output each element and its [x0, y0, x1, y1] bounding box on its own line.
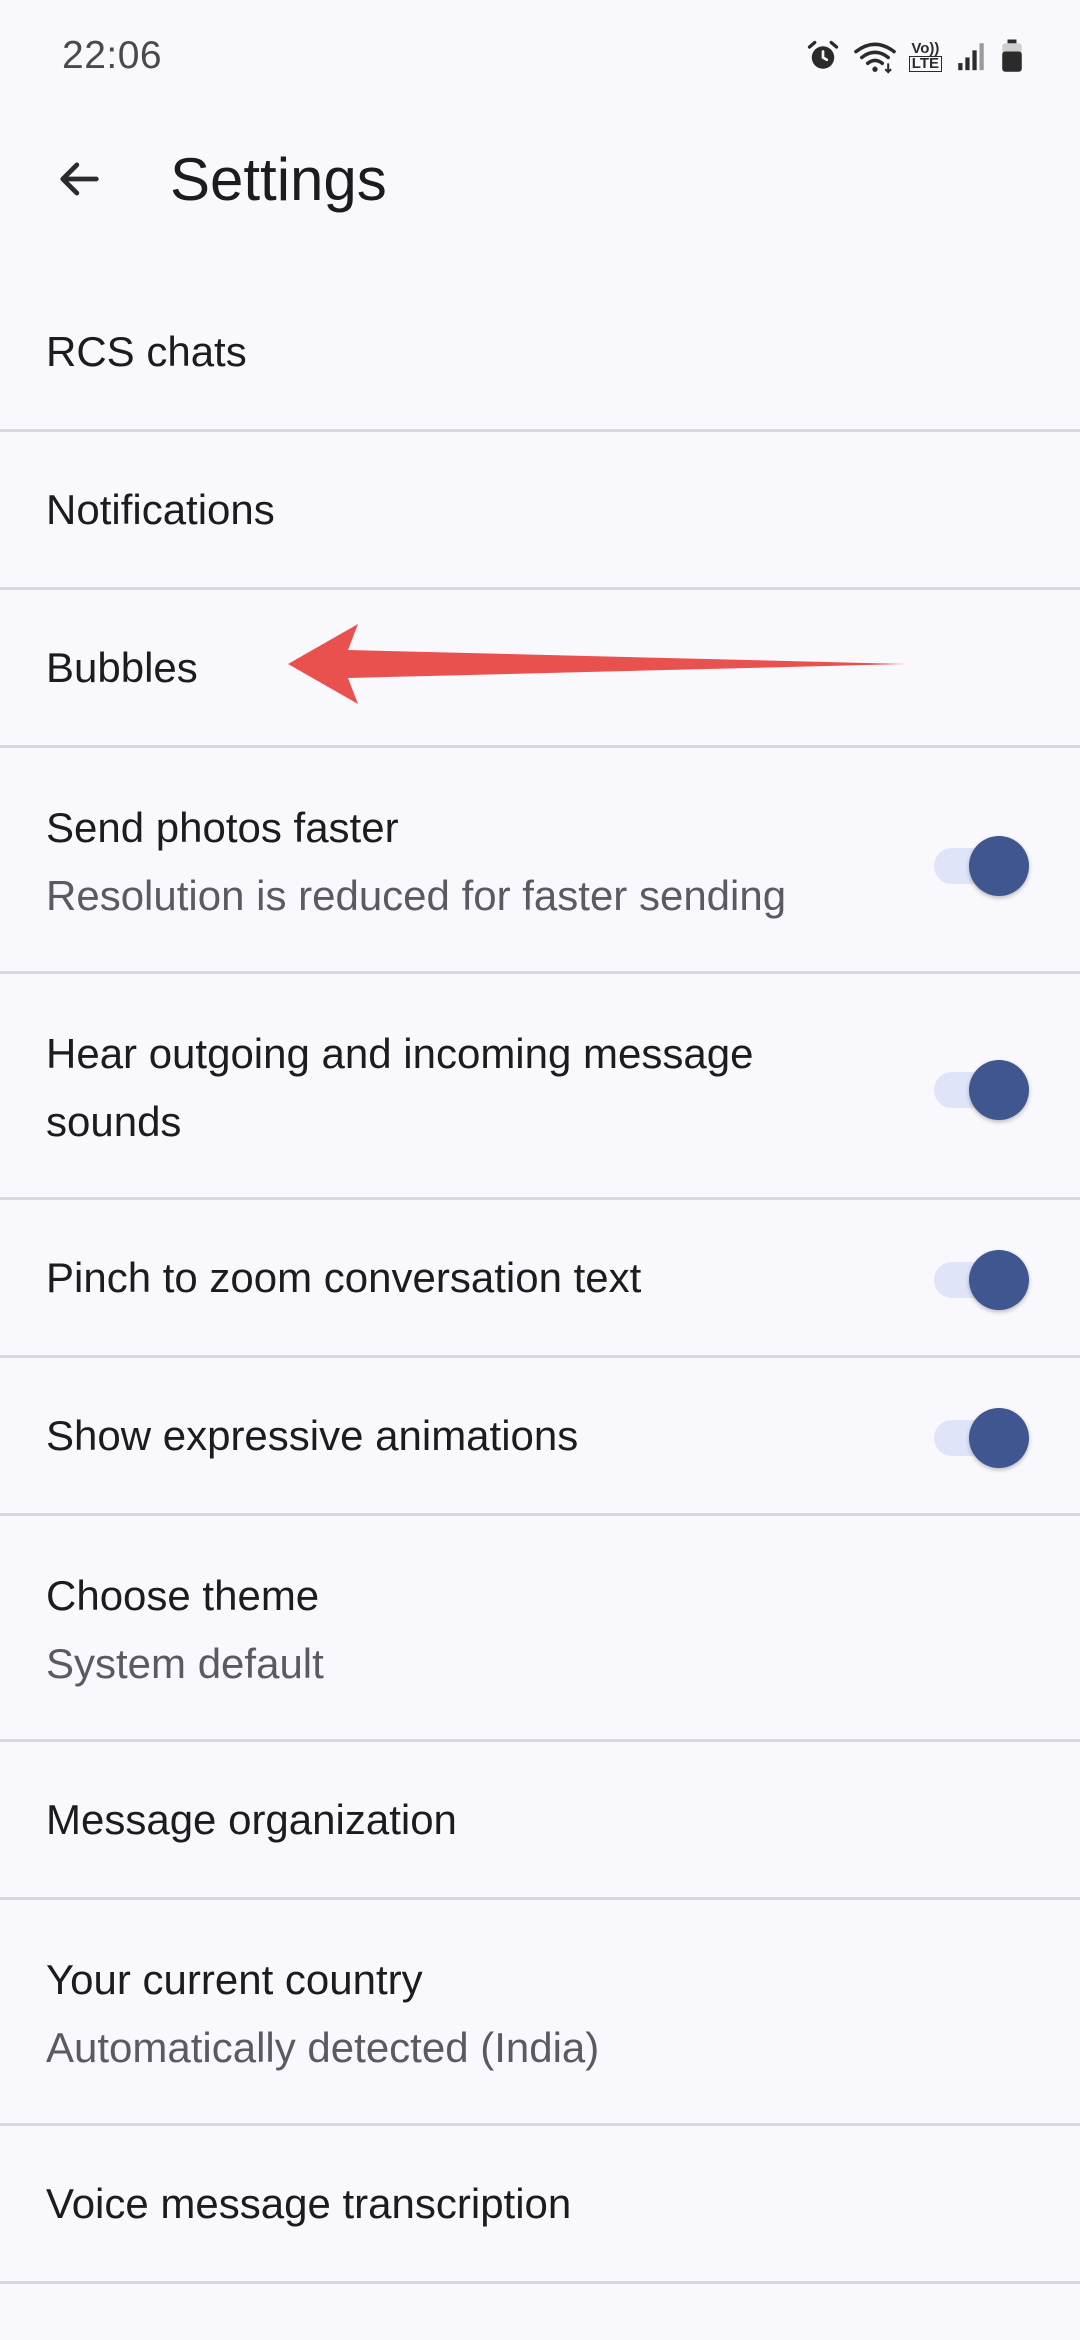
- settings-list: RCS chats Notifications Bubbles Send pho…: [0, 272, 1080, 2284]
- annotation-arrow: [286, 622, 906, 706]
- setting-choose-theme[interactable]: Choose theme System default: [0, 1516, 1080, 1742]
- setting-title-line1: Hear outgoing and incoming message: [46, 1030, 754, 1077]
- toggle-thumb: [969, 1060, 1029, 1120]
- volte-icon: Vo)) LTE: [908, 39, 942, 72]
- volte-label-top: Vo)): [911, 39, 940, 57]
- setting-title: Notifications: [46, 486, 275, 533]
- message-sounds-toggle[interactable]: [934, 1058, 1029, 1120]
- setting-message-organization[interactable]: Message organization: [0, 1742, 1080, 1900]
- wifi-icon: [853, 38, 897, 74]
- cell-signal-icon: [954, 39, 988, 73]
- setting-title-line2: sounds: [46, 1098, 182, 1145]
- setting-subtitle: Automatically detected (India): [46, 2024, 600, 2071]
- setting-send-photos-faster[interactable]: Send photos faster Resolution is reduced…: [0, 748, 1080, 974]
- setting-title: RCS chats: [46, 328, 247, 375]
- battery-icon: [1000, 38, 1024, 74]
- setting-rcs-chats[interactable]: RCS chats: [0, 272, 1080, 432]
- top-app-bar: Settings: [0, 120, 1080, 242]
- toggle-thumb: [969, 1250, 1029, 1310]
- setting-title: Voice message transcription: [46, 2180, 572, 2227]
- setting-current-country[interactable]: Your current country Automatically detec…: [0, 1900, 1080, 2126]
- toggle-thumb: [969, 836, 1029, 896]
- setting-subtitle: System default: [46, 1640, 324, 1687]
- toggle-thumb: [969, 1408, 1029, 1468]
- expressive-animations-toggle[interactable]: [934, 1406, 1029, 1468]
- setting-title: Send photos faster: [46, 804, 399, 851]
- arrow-left-icon: [53, 153, 105, 210]
- setting-subtitle: Resolution is reduced for faster sending: [46, 872, 787, 919]
- send-photos-faster-toggle[interactable]: [934, 834, 1029, 896]
- setting-title: Your current country: [46, 1956, 423, 2003]
- setting-pinch-to-zoom[interactable]: Pinch to zoom conversation text: [0, 1200, 1080, 1358]
- setting-title: Choose theme: [46, 1572, 320, 1619]
- pinch-to-zoom-toggle[interactable]: [934, 1248, 1029, 1310]
- back-button[interactable]: [40, 142, 118, 220]
- alarm-icon: [805, 38, 841, 74]
- status-icons: Vo)) LTE: [805, 38, 1024, 74]
- status-time: 22:06: [62, 34, 163, 77]
- setting-voice-transcription[interactable]: Voice message transcription: [0, 2126, 1080, 2284]
- setting-expressive-animations[interactable]: Show expressive animations: [0, 1358, 1080, 1516]
- setting-title: Message organization: [46, 1796, 457, 1843]
- page-title: Settings: [170, 146, 387, 213]
- setting-title: Pinch to zoom conversation text: [46, 1254, 642, 1301]
- setting-message-sounds[interactable]: Hear outgoing and incoming message sound…: [0, 974, 1080, 1200]
- volte-label-bottom: LTE: [908, 55, 942, 72]
- setting-title: Show expressive animations: [46, 1412, 579, 1459]
- status-bar: 22:06 Vo)) LTE: [0, 0, 1080, 120]
- setting-notifications[interactable]: Notifications: [0, 432, 1080, 590]
